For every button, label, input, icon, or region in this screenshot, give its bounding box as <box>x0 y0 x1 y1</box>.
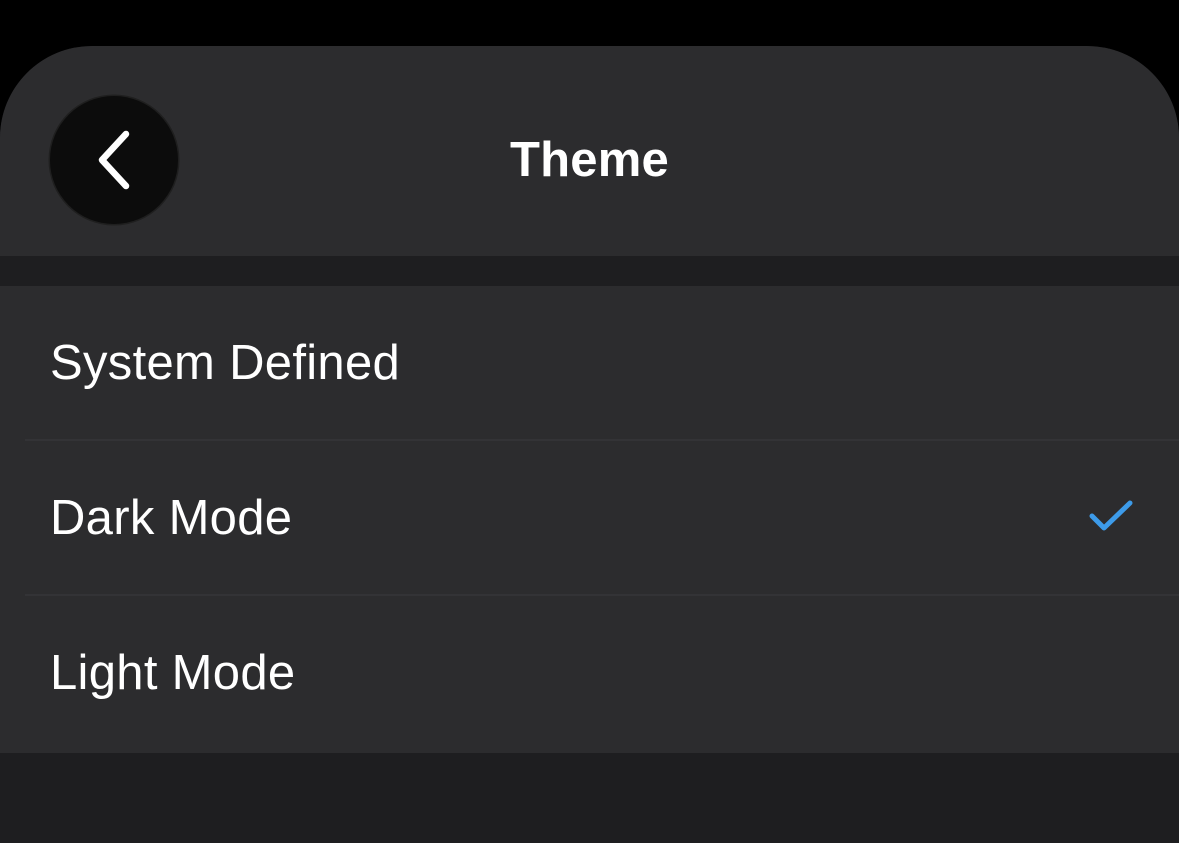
option-system-defined[interactable]: System Defined <box>0 286 1179 441</box>
navigation-bar: Theme <box>0 46 1179 256</box>
theme-sheet: Theme System Defined Dark Mode Light Mod… <box>0 46 1179 843</box>
checkmark-icon <box>1089 500 1133 531</box>
option-label: Light Mode <box>50 646 296 700</box>
option-dark-mode[interactable]: Dark Mode <box>0 441 1179 596</box>
theme-options-list: System Defined Dark Mode Light Mode <box>0 286 1179 753</box>
option-light-mode[interactable]: Light Mode <box>0 596 1179 751</box>
option-label: Dark Mode <box>50 491 293 545</box>
option-label: System Defined <box>50 336 401 390</box>
page-title: Theme <box>510 133 669 187</box>
